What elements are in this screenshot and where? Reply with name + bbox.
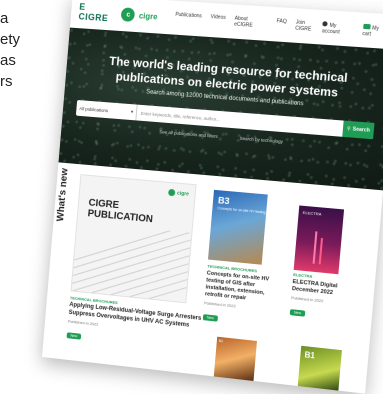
search-by-technology-link[interactable]: Search by technology — [239, 136, 283, 145]
cart-icon — [362, 23, 371, 29]
nav-item-join[interactable]: Join CIGRE — [295, 19, 323, 33]
publication-meta-main: TECHNICAL BROCHURES Applying Low-Residua… — [66, 295, 215, 357]
search-button[interactable]: ⚲ Search — [342, 120, 375, 140]
new-badge: New — [202, 314, 219, 322]
section-title: What's new — [55, 167, 71, 222]
publication-cover-d[interactable]: B2 — [213, 336, 257, 381]
background-text-fragment: a ety as rs — [0, 8, 20, 92]
publication-cover-e[interactable]: B1 — [297, 345, 342, 391]
publication-cover-c[interactable]: ELECTRA — [293, 205, 345, 275]
nav-item-about[interactable]: About eCIGRE — [234, 16, 268, 30]
new-badge: New — [66, 332, 82, 340]
logo-secondary-text: cigre — [138, 10, 158, 22]
account-area: My account My cart — [322, 20, 383, 39]
publication-cover-main[interactable]: cigre CIGRE PUBLICATION — [70, 174, 197, 304]
whats-new-section: What's new cigre CIGRE PUBLICATION TECHN… — [41, 162, 383, 394]
new-badge: New — [289, 309, 306, 317]
main-nav: Publications Videos About eCIGRE FAQ Joi… — [175, 12, 323, 34]
edge-line-3: as — [0, 52, 16, 69]
cover-title: CIGRE PUBLICATION — [87, 197, 154, 226]
publication-meta-c: ELECTRA ELECTRA Digital December 2022 Pu… — [289, 272, 354, 325]
nav-item-videos[interactable]: Videos — [210, 14, 226, 27]
user-icon — [322, 20, 328, 27]
logo-badge-icon: c — [120, 7, 136, 23]
nav-item-faq[interactable]: FAQ — [276, 18, 287, 31]
cigre-dot-icon — [168, 188, 176, 197]
publication-type-select[interactable]: All publications ▾ — [75, 99, 138, 121]
search-icon: ⚲ — [346, 125, 351, 133]
publication-title[interactable]: Concepts for on-site HV testing of GIS a… — [205, 270, 277, 305]
chevron-down-icon: ▾ — [130, 109, 134, 115]
site-logo[interactable]: E CIGRE c cigre — [78, 2, 158, 27]
publication-cover-b[interactable]: B3 Concepts for on-site HV testing — [207, 189, 268, 265]
edge-line-2: ety — [0, 31, 21, 48]
cover-decoration — [71, 222, 192, 303]
edge-line-1: a — [0, 10, 9, 27]
website-screenshot: E CIGRE c cigre Publications Videos Abou… — [41, 0, 383, 394]
my-cart-link[interactable]: My cart — [362, 23, 383, 38]
edge-line-4: rs — [0, 73, 13, 90]
publication-meta-b: TECHNICAL BROCHURES Concepts for on-site… — [202, 263, 277, 330]
my-account-link[interactable]: My account — [322, 20, 356, 36]
all-publications-link[interactable]: See all publications and filters — [159, 129, 218, 139]
logo-text: E CIGRE — [78, 1, 109, 24]
cigre-logo: cigre — [168, 188, 189, 198]
nav-item-publications[interactable]: Publications — [175, 12, 202, 26]
